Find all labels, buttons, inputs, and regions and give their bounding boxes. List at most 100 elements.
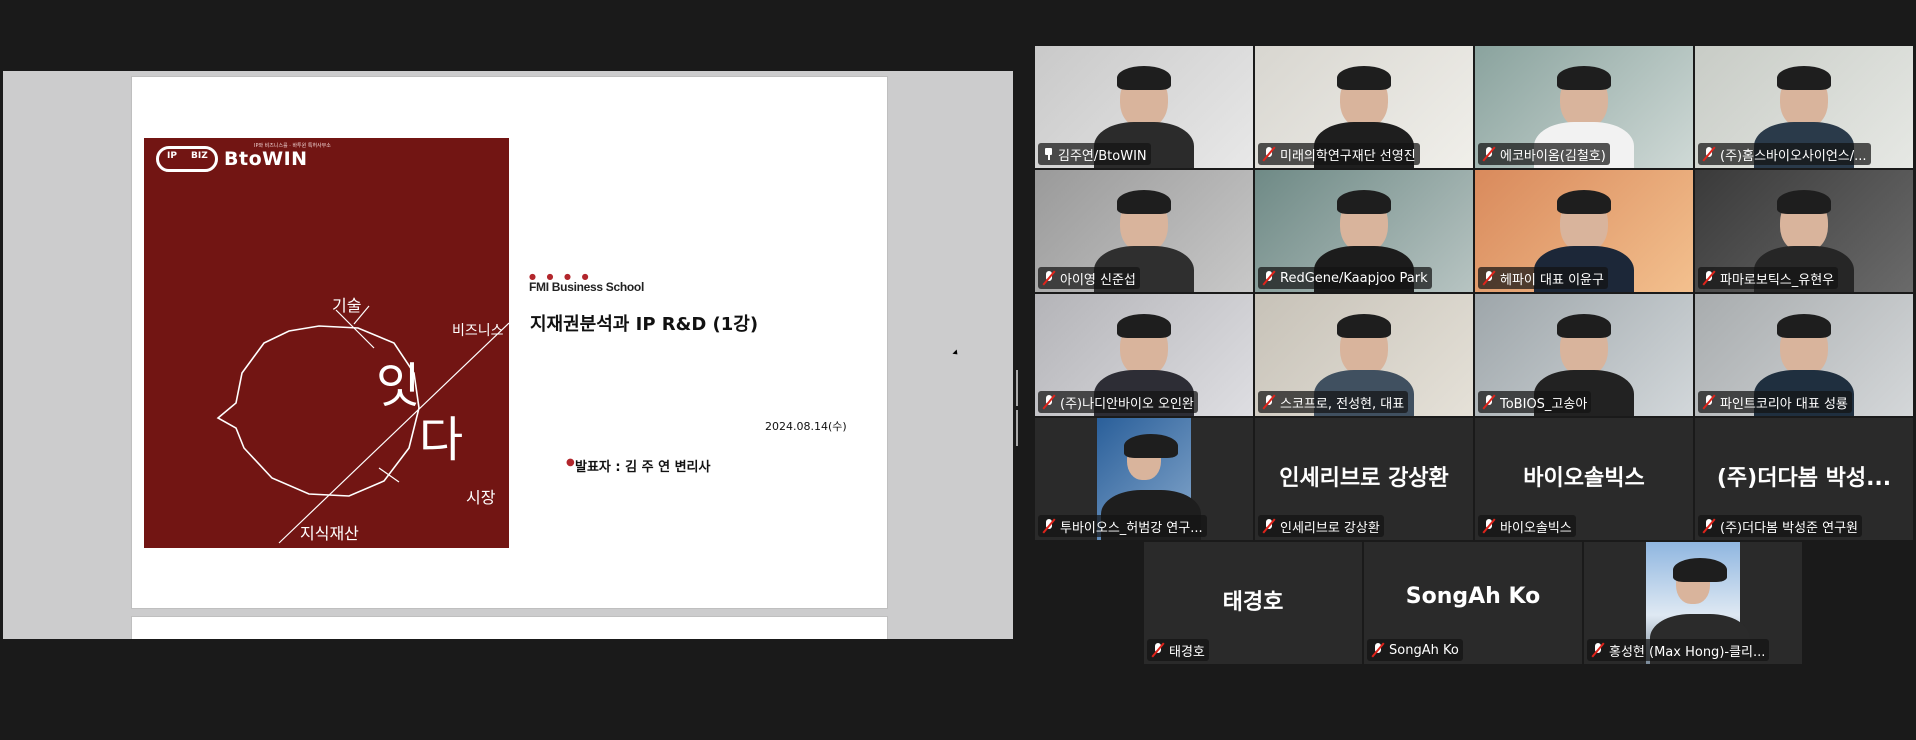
participant-tile[interactable]: 바이오솔빅스 바이오솔빅스 xyxy=(1475,418,1693,540)
participant-display-name: (주)더다봄 박성... xyxy=(1716,466,1892,491)
slide-date: 2024.08.14(수) xyxy=(765,420,847,433)
participant-name-tag: 홍성현 (Max Hong)-클리... xyxy=(1587,639,1770,661)
presenter-bullet: ● xyxy=(566,457,575,468)
participant-silhouette xyxy=(1314,66,1414,168)
school-name: FMI Business School xyxy=(529,280,644,294)
participant-silhouette xyxy=(1754,66,1854,168)
participant-name: 홍성현 (Max Hong)-클리... xyxy=(1609,644,1766,660)
participant-name-tag: RedGene/Kaapjoo Park xyxy=(1258,267,1432,289)
mic-off-icon xyxy=(1262,394,1276,410)
participant-tile[interactable]: 파인트코리아 대표 성룡 xyxy=(1695,294,1913,416)
mic-off-icon xyxy=(1151,642,1165,658)
participant-name: 헤파이 대표 이윤구 xyxy=(1500,272,1604,288)
participant-display-name: 바이오솔빅스 xyxy=(1523,466,1645,491)
participant-name: (주)홈스바이오사이언스/... xyxy=(1720,148,1867,164)
participant-name: 미래의학연구재단 선영진 xyxy=(1280,148,1416,164)
participant-name-tag: 헤파이 대표 이윤구 xyxy=(1478,267,1608,289)
mic-off-icon xyxy=(1482,270,1496,286)
participant-name-tag: ToBIOS_고송아 xyxy=(1478,391,1592,413)
participant-tile[interactable]: ToBIOS_고송아 xyxy=(1475,294,1693,416)
keyword-business: 비즈니스 xyxy=(452,323,504,339)
participant-name: 투바이오스_허범강 연구... xyxy=(1060,520,1203,536)
participant-name-tag: 태경호 xyxy=(1147,639,1209,661)
keyword-tech: 기술 xyxy=(332,296,362,315)
cover-image: IP BIZ BtoWIN IP와 비즈니스를 · 바투윈 특허사무소 기술 비… xyxy=(144,138,509,548)
participant-tile[interactable]: SongAh Ko SongAh Ko xyxy=(1364,542,1582,664)
participant-silhouette xyxy=(1650,558,1750,664)
participant-tile[interactable]: 투바이오스_허범강 연구... xyxy=(1035,418,1253,540)
participant-display-name: 인세리브로 강상환 xyxy=(1279,466,1449,491)
participant-name: 파인트코리아 대표 성룡 xyxy=(1720,396,1848,412)
participant-name: 김주연/BtoWIN xyxy=(1058,148,1147,164)
presenter: 발표자 : 김 주 연 변리사 xyxy=(575,460,711,475)
participant-name-tag: 인세리브로 강상환 xyxy=(1258,515,1384,537)
participant-tile[interactable]: 태경호 태경호 xyxy=(1144,542,1362,664)
participant-name: SongAh Ko xyxy=(1389,642,1459,658)
participant-name: (주)나디안바이오 오인완 xyxy=(1060,396,1194,412)
participant-name-tag: 미래의학연구재단 선영진 xyxy=(1258,143,1420,165)
mic-off-icon xyxy=(1262,146,1276,162)
mic-off-icon xyxy=(1482,518,1496,534)
participant-name: 스코프로, 전성현, 대표 xyxy=(1280,396,1405,412)
participant-name: 태경호 xyxy=(1169,644,1205,660)
participant-tile[interactable]: (주)더다봄 박성... (주)더다봄 박성준 연구원 xyxy=(1695,418,1913,540)
participant-name-tag: SongAh Ko xyxy=(1367,639,1463,661)
mouse-cursor-icon xyxy=(952,349,960,357)
participant-name: 에코바이옴(김철호) xyxy=(1500,148,1606,164)
panel-splitter[interactable] xyxy=(1016,370,1022,446)
participant-silhouette xyxy=(1754,190,1854,292)
mic-off-icon xyxy=(1371,642,1385,658)
participant-name: ToBIOS_고송아 xyxy=(1500,396,1588,412)
participant-name: 바이오솔빅스 xyxy=(1500,520,1572,536)
participant-tile[interactable]: (주)나디안바이오 오인완 xyxy=(1035,294,1253,416)
next-slide-preview[interactable] xyxy=(131,616,888,639)
participant-silhouette xyxy=(1534,66,1634,168)
participant-name-tag: 투바이오스_허범강 연구... xyxy=(1038,515,1207,537)
participant-display-name: 태경호 xyxy=(1222,590,1284,615)
participant-name-tag: 에코바이옴(김철호) xyxy=(1478,143,1610,165)
participant-tile[interactable]: RedGene/Kaapjoo Park xyxy=(1255,170,1473,292)
participant-silhouette xyxy=(1101,434,1201,540)
participant-name-tag: 스코프로, 전성현, 대표 xyxy=(1258,391,1409,413)
participant-tile[interactable]: 아이영 신준섭 xyxy=(1035,170,1253,292)
keyword-ip: 지식재산 xyxy=(300,524,359,543)
participant-name: RedGene/Kaapjoo Park xyxy=(1280,270,1428,286)
participant-silhouette xyxy=(1534,314,1634,416)
participant-tile[interactable]: 김주연/BtoWIN xyxy=(1035,46,1253,168)
keyword-market: 시장 xyxy=(466,488,496,507)
mic-off-icon xyxy=(1702,518,1716,534)
participant-name-tag: 파마로보틱스_유현우 xyxy=(1698,267,1839,289)
mic-off-icon xyxy=(1702,146,1716,162)
participant-tile[interactable]: (주)홈스바이오사이언스/... xyxy=(1695,46,1913,168)
cover-graphic xyxy=(216,305,509,544)
participant-name: 아이영 신준섭 xyxy=(1060,272,1136,288)
mic-off-icon xyxy=(1262,518,1276,534)
mic-off-icon xyxy=(1702,394,1716,410)
participant-name: 인세리브로 강상환 xyxy=(1280,520,1380,536)
center-word-1: 잇 xyxy=(376,358,421,414)
participant-name-tag: (주)나디안바이오 오인완 xyxy=(1038,391,1198,413)
mic-off-icon xyxy=(1042,518,1056,534)
mic-off-icon xyxy=(1591,642,1605,658)
participant-tile[interactable]: 헤파이 대표 이윤구 xyxy=(1475,170,1693,292)
presentation-slide: IP BIZ BtoWIN IP와 비즈니스를 · 바투윈 특허사무소 기술 비… xyxy=(131,76,888,609)
participant-tile[interactable]: 미래의학연구재단 선영진 xyxy=(1255,46,1473,168)
participant-name-tag: (주)더다봄 박성준 연구원 xyxy=(1698,515,1863,537)
participant-silhouette xyxy=(1754,314,1854,416)
participant-tile[interactable]: 에코바이옴(김철호) xyxy=(1475,46,1693,168)
participant-tile[interactable]: 스코프로, 전성현, 대표 xyxy=(1255,294,1473,416)
participant-tile[interactable]: 파마로보틱스_유현우 xyxy=(1695,170,1913,292)
participant-name-tag: 아이영 신준섭 xyxy=(1038,267,1140,289)
mic-off-icon xyxy=(1042,394,1056,410)
participant-name-tag: 김주연/BtoWIN xyxy=(1038,143,1151,165)
participant-tile[interactable]: 인세리브로 강상환 인세리브로 강상환 xyxy=(1255,418,1473,540)
pin-icon xyxy=(1042,147,1054,161)
mic-off-icon xyxy=(1702,270,1716,286)
participant-name-tag: (주)홈스바이오사이언스/... xyxy=(1698,143,1871,165)
participant-tile[interactable]: 홍성현 (Max Hong)-클리... xyxy=(1584,542,1802,664)
participant-silhouette xyxy=(1094,190,1194,292)
participant-silhouette xyxy=(1314,314,1414,416)
mic-off-icon xyxy=(1262,270,1276,286)
shared-screen: IP BIZ BtoWIN IP와 비즈니스를 · 바투윈 특허사무소 기술 비… xyxy=(3,71,1013,639)
participant-name-tag: 파인트코리아 대표 성룡 xyxy=(1698,391,1852,413)
